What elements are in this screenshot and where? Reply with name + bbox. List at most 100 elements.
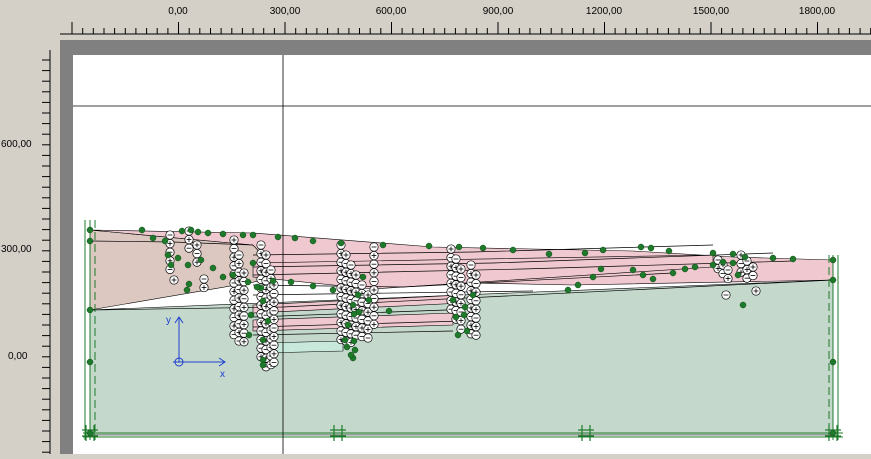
geometry-node[interactable] bbox=[355, 308, 363, 316]
geometry-node[interactable] bbox=[359, 273, 367, 281]
geometry-node[interactable] bbox=[249, 259, 257, 267]
geometry-node[interactable] bbox=[734, 271, 742, 279]
geometry-node[interactable] bbox=[149, 234, 157, 242]
geometry-node[interactable] bbox=[329, 286, 337, 294]
geometry-node[interactable] bbox=[184, 261, 192, 269]
geometry-node[interactable] bbox=[229, 271, 237, 279]
geometry-node[interactable] bbox=[239, 231, 247, 239]
geometry-node[interactable] bbox=[337, 239, 345, 247]
geometry-node[interactable] bbox=[647, 244, 655, 252]
geometry-node[interactable] bbox=[249, 231, 257, 239]
geometry-node[interactable] bbox=[287, 278, 295, 286]
geometry-node[interactable] bbox=[349, 301, 357, 309]
geometry-node[interactable] bbox=[460, 311, 468, 319]
geometry-node[interactable] bbox=[649, 275, 657, 283]
geometry-node[interactable] bbox=[739, 301, 747, 309]
geometry-node[interactable] bbox=[829, 358, 837, 366]
geometry-node[interactable] bbox=[253, 283, 261, 291]
geometry-node[interactable] bbox=[161, 237, 169, 245]
geometry-node[interactable] bbox=[829, 276, 837, 284]
geometry-node[interactable] bbox=[639, 271, 647, 279]
geometry-node[interactable] bbox=[219, 230, 227, 238]
geometry-node[interactable] bbox=[637, 243, 645, 251]
geometry-node[interactable] bbox=[469, 291, 477, 299]
anchor-column[interactable] bbox=[169, 275, 179, 285]
geometry-node[interactable] bbox=[341, 336, 349, 344]
geometry-node[interactable] bbox=[581, 249, 589, 257]
geometry-node[interactable] bbox=[309, 237, 317, 245]
geometry-node[interactable] bbox=[729, 250, 737, 258]
geometry-node[interactable] bbox=[425, 242, 433, 250]
geometry-node[interactable] bbox=[597, 265, 605, 273]
geometry-node[interactable] bbox=[463, 327, 471, 335]
geometry-node[interactable] bbox=[379, 241, 387, 249]
geometry-node[interactable] bbox=[709, 261, 717, 269]
geometry-node[interactable] bbox=[264, 317, 272, 325]
geometry-node[interactable] bbox=[269, 277, 277, 285]
geometry-node[interactable] bbox=[259, 297, 267, 305]
geometry-node[interactable] bbox=[185, 280, 193, 288]
geometry-node[interactable] bbox=[194, 228, 202, 236]
geometry-node[interactable] bbox=[455, 243, 463, 251]
model-canvas[interactable]: y x bbox=[73, 55, 871, 454]
geometry-node[interactable] bbox=[669, 269, 677, 277]
geometry-node[interactable] bbox=[138, 226, 146, 234]
geometry-node[interactable] bbox=[564, 286, 572, 294]
geometry-node[interactable] bbox=[219, 273, 227, 281]
geometry-node[interactable] bbox=[574, 281, 582, 289]
geometry-node[interactable] bbox=[197, 256, 205, 264]
geometry-node[interactable] bbox=[347, 351, 355, 359]
geometry-node[interactable] bbox=[829, 256, 837, 264]
geometry-node[interactable] bbox=[789, 255, 797, 263]
geometry-node[interactable] bbox=[309, 282, 317, 290]
geometry-node[interactable] bbox=[351, 346, 359, 354]
geometry-node[interactable] bbox=[291, 234, 299, 242]
geometry-view[interactable]: y x bbox=[73, 55, 871, 454]
geometry-node[interactable] bbox=[709, 249, 717, 257]
geometry-node[interactable] bbox=[259, 336, 267, 344]
geometry-node[interactable] bbox=[247, 311, 255, 319]
geometry-node[interactable] bbox=[454, 331, 462, 339]
geometry-node[interactable] bbox=[183, 286, 191, 294]
geometry-node[interactable] bbox=[461, 303, 469, 311]
geometry-node[interactable] bbox=[244, 278, 252, 286]
geometry-node[interactable] bbox=[449, 296, 457, 304]
geometry-node[interactable] bbox=[681, 265, 689, 273]
anchor-column[interactable] bbox=[751, 286, 761, 296]
geometry-node[interactable] bbox=[178, 227, 186, 235]
geometry-node[interactable] bbox=[86, 306, 94, 314]
geometry-node[interactable] bbox=[86, 429, 94, 437]
geometry-node[interactable] bbox=[187, 226, 195, 234]
geometry-node[interactable] bbox=[86, 237, 94, 245]
geometry-node[interactable] bbox=[354, 291, 362, 299]
geometry-node[interactable] bbox=[245, 331, 253, 339]
geometry-node[interactable] bbox=[385, 307, 393, 315]
geometry-node[interactable] bbox=[274, 233, 282, 241]
anchor-column[interactable] bbox=[721, 290, 731, 300]
geometry-node[interactable] bbox=[729, 259, 737, 267]
geometry-node[interactable] bbox=[719, 258, 727, 266]
geometry-node[interactable] bbox=[545, 250, 553, 258]
geometry-node[interactable] bbox=[665, 247, 673, 255]
geometry-node[interactable] bbox=[164, 251, 172, 259]
geometry-node[interactable] bbox=[86, 226, 94, 234]
geometry-node[interactable] bbox=[589, 273, 597, 281]
geometry-node[interactable] bbox=[259, 361, 267, 369]
geometry-node[interactable] bbox=[365, 296, 373, 304]
geometry-node[interactable] bbox=[209, 264, 217, 272]
geometry-node[interactable] bbox=[452, 313, 460, 321]
geometry-node[interactable] bbox=[769, 254, 777, 262]
geometry-node[interactable] bbox=[167, 261, 175, 269]
geometry-node[interactable] bbox=[344, 321, 352, 329]
geometry-node[interactable] bbox=[204, 229, 212, 237]
geometry-node[interactable] bbox=[509, 246, 517, 254]
geometry-node[interactable] bbox=[174, 254, 182, 262]
geometry-node[interactable] bbox=[479, 244, 487, 252]
geometry-node[interactable] bbox=[350, 337, 358, 345]
geometry-node[interactable] bbox=[829, 429, 837, 437]
geometry-node[interactable] bbox=[86, 358, 94, 366]
geometry-node[interactable] bbox=[599, 246, 607, 254]
geometry-node[interactable] bbox=[691, 263, 699, 271]
geometry-node[interactable] bbox=[343, 343, 351, 351]
geometry-node[interactable] bbox=[741, 253, 749, 261]
